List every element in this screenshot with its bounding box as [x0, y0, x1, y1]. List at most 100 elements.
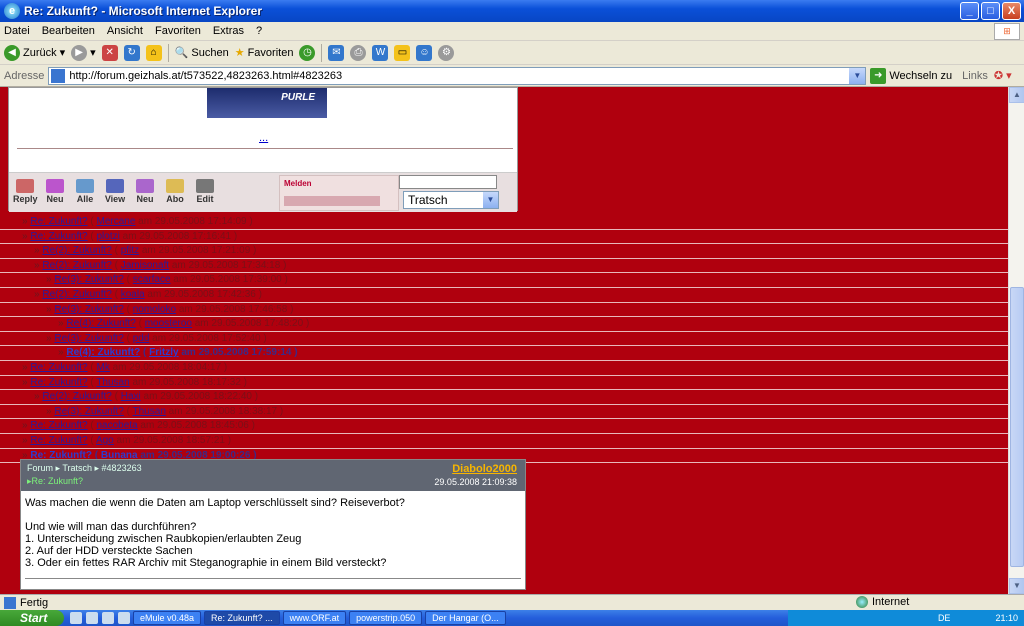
thread-author[interactable]: pfitz [121, 245, 139, 256]
taskbar-item[interactable]: www.ORF.at [282, 611, 347, 625]
thread-row[interactable]: » Re: Zukunft? ( Mk am 29.05.2008 18:04:… [0, 361, 1008, 376]
thread-subject[interactable]: Re(4): Zukunft? [66, 318, 135, 329]
quick-launch-icon[interactable] [102, 612, 114, 624]
go-button[interactable]: ➜ Wechseln zu [870, 67, 952, 84]
reply-button[interactable]: Reply [13, 179, 38, 204]
thread-author[interactable]: Ago [96, 435, 114, 446]
thread-subject[interactable]: Re(3): Zukunft? [54, 304, 123, 315]
thread-author[interactable]: nacobeta [97, 420, 138, 431]
thread-author[interactable]: moosteroo [145, 318, 192, 329]
thread-row[interactable]: » Re(3): Zukunft? ( scarface am 29.05.20… [0, 273, 1008, 288]
thread-author[interactable]: Jamisonaft [121, 260, 169, 271]
close-button[interactable]: X [1002, 2, 1021, 20]
maximize-button[interactable]: □ [981, 2, 1000, 20]
links-icon[interactable]: ✪ ▾ [994, 69, 1012, 82]
quick-launch-icon[interactable] [118, 612, 130, 624]
favorites-button[interactable]: ★ Favoriten [235, 46, 294, 60]
home-icon[interactable]: ⌂ [145, 44, 162, 61]
thread-subject[interactable]: Re: Zukunft? [30, 231, 87, 242]
thread-author[interactable]: plotzi [97, 231, 120, 242]
thread-subject[interactable]: Re: Zukunft? [30, 420, 87, 431]
thread-row[interactable]: » Re: Zukunft? ( nacobeta am 29.05.2008 … [0, 419, 1008, 434]
thread-row[interactable]: » Re(2): Zukunft? ( koala am 29.05.2008 … [0, 288, 1008, 303]
thread-author[interactable]: Thusan [133, 406, 166, 417]
scroll-up-icon[interactable]: ▲ [1009, 87, 1024, 103]
back-button[interactable]: ◀ Zurück ▾ [4, 44, 65, 61]
taskbar-item[interactable]: Re: Zukunft? ... [204, 611, 280, 625]
breadcrumb[interactable]: Forum ▸ Tratsch ▸ #4823263 [27, 463, 142, 474]
thread-row[interactable]: » Re(2): Zukunft? ( Haxi am 29.05.2008 1… [0, 390, 1008, 405]
menu-extras[interactable]: Extras [213, 25, 244, 37]
menu-ansicht[interactable]: Ansicht [107, 25, 143, 37]
thread-subject[interactable]: Re(2): Zukunft? [42, 260, 111, 271]
thread-subject[interactable]: Re(2): Zukunft? [42, 245, 111, 256]
thread-subject[interactable]: Re: Zukunft? [30, 362, 87, 373]
folder-icon[interactable]: ▭ [394, 44, 411, 61]
thread-author[interactable]: Thusan [96, 377, 129, 388]
taskbar-item[interactable]: powerstrip.050 [349, 611, 423, 625]
thread-author[interactable]: koala [121, 289, 145, 300]
language-indicator[interactable]: DE [938, 613, 951, 623]
edit-button[interactable]: Edit [193, 179, 217, 204]
minimize-button[interactable]: _ [960, 2, 979, 20]
tools-icon[interactable]: ⚙ [438, 44, 455, 61]
mail-icon[interactable]: ✉ [328, 44, 345, 61]
print-icon[interactable]: ⎙ [350, 44, 367, 61]
author-link[interactable]: Diabolo2000 [452, 463, 517, 475]
thread-subject[interactable]: Re(3): Zukunft? [54, 274, 123, 285]
menu-favoriten[interactable]: Favoriten [155, 25, 201, 37]
vertical-scrollbar[interactable]: ▲ ▼ [1008, 87, 1024, 594]
menu-help[interactable]: ? [256, 25, 262, 37]
quick-launch-icon[interactable] [70, 612, 82, 624]
links-button[interactable]: Links [962, 70, 988, 82]
start-button[interactable]: Start [0, 610, 64, 626]
thread-row[interactable]: » Re: Zukunft? ( Ago am 29.05.2008 18:57… [0, 434, 1008, 449]
thread-row[interactable]: » Re: Zukunft? ( Mercane am 29.05.2008 1… [0, 215, 1008, 230]
thread-subject[interactable]: Re(4): Zukunft? [66, 347, 140, 358]
new-post-button[interactable]: Neu [133, 179, 157, 204]
thread-author[interactable]: Haxi [121, 391, 141, 402]
thread-row[interactable]: » Re(4): Zukunft? ( Fritzly am 29.05.200… [0, 346, 1008, 361]
report-box[interactable]: Melden [279, 175, 399, 211]
title-bar[interactable]: e Re: Zukunft? - Microsoft Internet Expl… [0, 0, 1024, 22]
taskbar-item[interactable]: Der Hangar (O... [425, 611, 506, 625]
view-button[interactable]: View [103, 179, 127, 204]
messenger-icon[interactable]: ☺ [416, 44, 433, 61]
search-button[interactable]: 🔍 Suchen [175, 46, 229, 60]
thread-subject[interactable]: Re: Zukunft? [30, 377, 87, 388]
refresh-icon[interactable]: ↻ [123, 44, 140, 61]
thread-author[interactable]: Fritzly [149, 347, 178, 358]
thread-author[interactable]: Mk [97, 362, 110, 373]
thread-subject[interactable]: Re: Zukunft? [30, 216, 87, 227]
subscribe-button[interactable]: Abo [163, 179, 187, 204]
thread-author[interactable]: Mercane [97, 216, 136, 227]
scroll-down-icon[interactable]: ▼ [1009, 578, 1024, 594]
thread-author[interactable]: pdd [133, 333, 150, 344]
thread-row[interactable]: » Re(3): Zukunft? ( Thusan am 29.05.2008… [0, 405, 1008, 420]
thread-row[interactable]: » Re: Zukunft? ( plotzi am 29.05.2008 17… [0, 230, 1008, 245]
menu-bearbeiten[interactable]: Bearbeiten [42, 25, 95, 37]
menu-datei[interactable]: Datei [4, 25, 30, 37]
quick-launch-icon[interactable] [86, 612, 98, 624]
address-input[interactable]: http://forum.geizhals.at/t573522,4823263… [48, 66, 867, 85]
word-icon[interactable]: W [372, 44, 389, 61]
thread-row[interactable]: » Re(3): Zukunft? ( pdd am 29.05.2008 17… [0, 332, 1008, 347]
taskbar-item[interactable]: eMule v0.48a [133, 611, 202, 625]
thread-subject[interactable]: Re: Zukunft? [30, 435, 87, 446]
thread-subject[interactable]: Re(3): Zukunft? [54, 333, 123, 344]
thread-row[interactable]: » Re(2): Zukunft? ( Jamisonaft am 29.05.… [0, 259, 1008, 274]
thread-row[interactable]: » Re: Zukunft? ( Thusan am 29.05.2008 18… [0, 376, 1008, 391]
thread-row[interactable]: » Re(3): Zukunft? ( nomoloko am 29.05.20… [0, 303, 1008, 318]
more-link[interactable]: ... [259, 132, 268, 144]
stop-icon[interactable]: ✕ [101, 44, 118, 61]
chevron-down-icon[interactable]: ▼ [849, 67, 866, 84]
history-icon[interactable]: ◷ [299, 44, 316, 61]
forum-search-input[interactable] [399, 175, 497, 189]
new-button[interactable]: Neu [43, 179, 67, 204]
thread-row[interactable]: » Re(4): Zukunft? ( moosteroo am 29.05.2… [0, 317, 1008, 332]
thread-subject[interactable]: Re(3): Zukunft? [54, 406, 123, 417]
all-button[interactable]: Alle [73, 179, 97, 204]
thread-subject[interactable]: Re(2): Zukunft? [42, 289, 111, 300]
thread-subject[interactable]: Re(2): Zukunft? [42, 391, 111, 402]
thread-author[interactable]: nomoloko [133, 304, 176, 315]
